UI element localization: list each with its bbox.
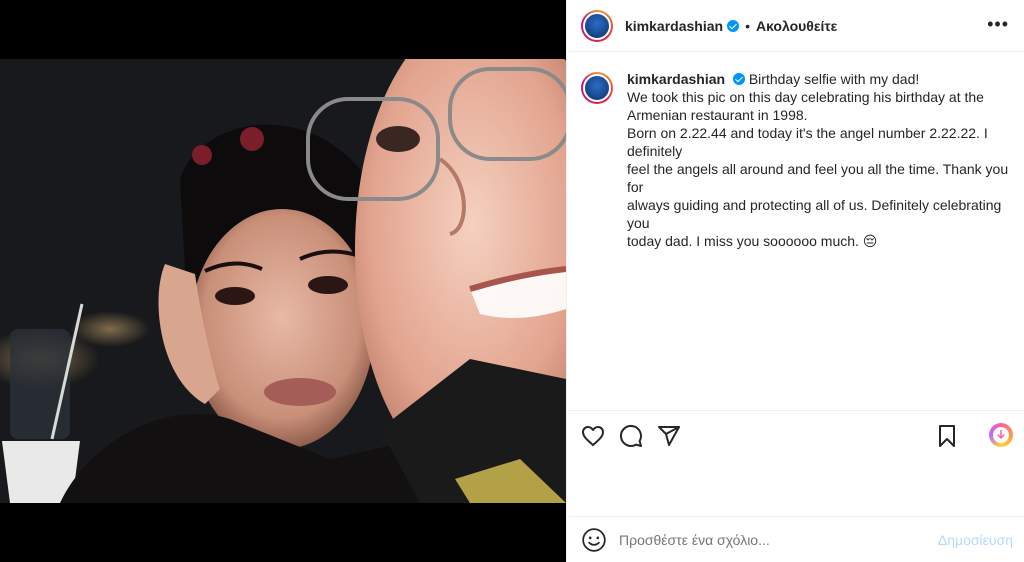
- caption-line: today dad. I miss you soooooo much. 😔: [627, 233, 878, 249]
- post-header: kimkardashian • Ακολουθείτε •••: [567, 0, 1024, 52]
- caption-line: always guiding and protecting all of us.…: [627, 197, 1002, 231]
- caption-author-avatar[interactable]: [581, 72, 613, 104]
- comment-icon: [619, 424, 642, 447]
- heart-icon: [582, 425, 604, 446]
- photo-illustration: [0, 59, 566, 503]
- share-button[interactable]: [657, 424, 681, 448]
- more-options-icon[interactable]: •••: [987, 14, 1009, 34]
- arrow-down-icon: [997, 429, 1005, 440]
- caption-line: Born on 2.22.44 and today it's the angel…: [627, 125, 988, 159]
- avatar-image: [583, 11, 611, 40]
- share-icon: [658, 425, 680, 446]
- post-media: [0, 0, 566, 562]
- caption-line: Armenian restaurant in 1998.: [627, 107, 808, 123]
- following-button[interactable]: Ακολουθείτε: [756, 18, 837, 34]
- post-caption: kimkardashian Birthday selfie with my da…: [581, 70, 1011, 250]
- comment-button[interactable]: [619, 424, 643, 448]
- author-avatar[interactable]: [581, 9, 613, 42]
- caption-text: kimkardashian Birthday selfie with my da…: [627, 70, 1011, 250]
- caption-author-username[interactable]: kimkardashian: [627, 71, 725, 87]
- post-comment-button[interactable]: Δημοσίευση: [938, 532, 1013, 548]
- like-button[interactable]: [581, 424, 605, 448]
- bookmark-icon: [939, 425, 955, 447]
- caption-line: feel the angels all around and feel you …: [627, 161, 1009, 195]
- avatar-image: [583, 74, 611, 102]
- save-button[interactable]: [935, 424, 959, 448]
- post-actions: [567, 410, 1024, 460]
- download-button[interactable]: [989, 423, 1013, 447]
- verified-badge-icon: [732, 73, 745, 85]
- post-sidebar: kimkardashian • Ακολουθείτε ••• kimkarda…: [566, 0, 1024, 562]
- separator-dot: •: [745, 17, 750, 34]
- comment-bar: Δημοσίευση: [567, 516, 1024, 562]
- caption-line-text: Birthday selfie with my dad!: [748, 71, 920, 87]
- author-username[interactable]: kimkardashian: [625, 18, 723, 34]
- caption-line: kimkardashian Birthday selfie with my da…: [627, 70, 1011, 88]
- caption-line: We took this pic on this day celebrating…: [627, 89, 984, 105]
- emoji-icon[interactable]: [581, 527, 607, 553]
- verified-badge-icon: [727, 19, 740, 32]
- instagram-post-view: kimkardashian • Ακολουθείτε ••• kimkarda…: [0, 0, 1024, 562]
- post-photo[interactable]: [0, 59, 566, 503]
- download-icon: [993, 427, 1009, 443]
- comment-input[interactable]: [619, 531, 919, 548]
